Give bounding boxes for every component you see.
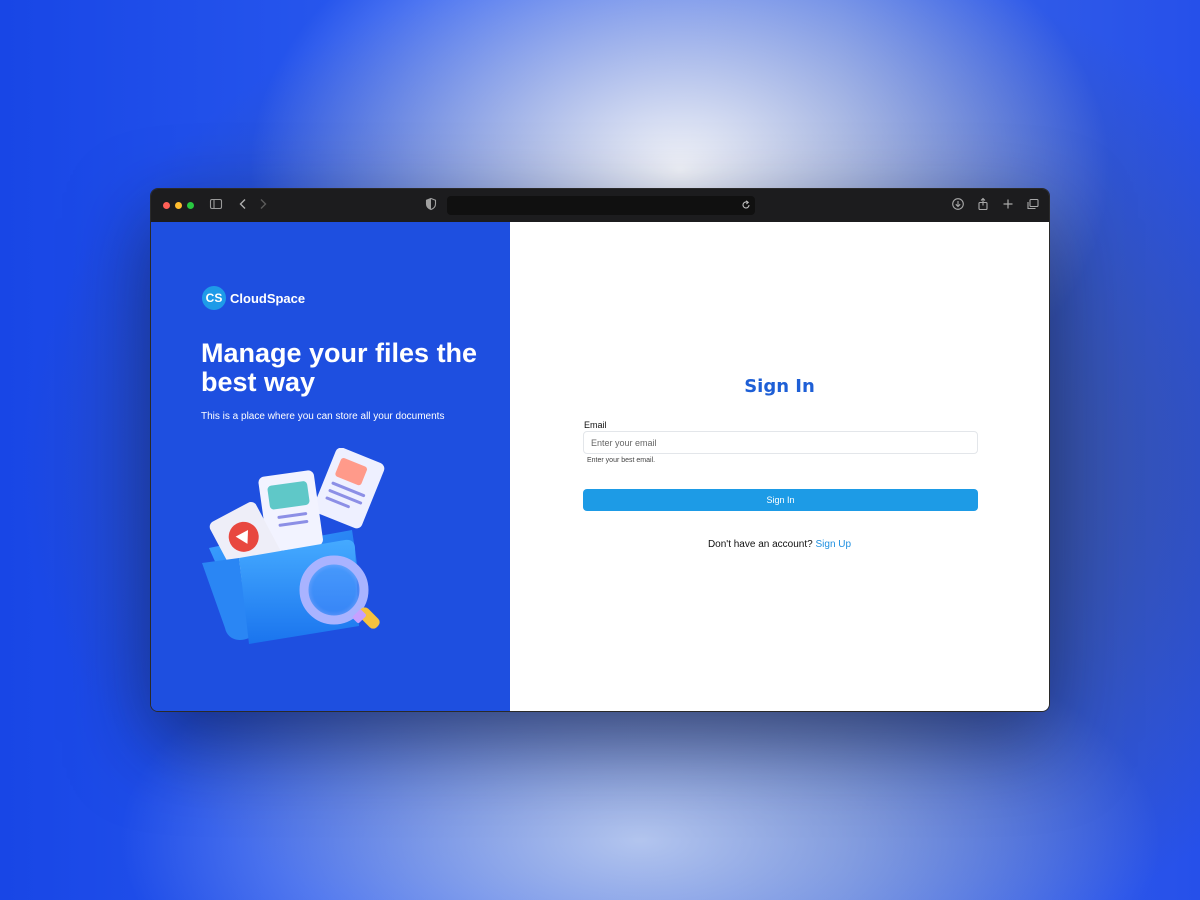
shield-icon[interactable] xyxy=(425,197,437,215)
signin-title: Sign In xyxy=(744,376,815,397)
minimize-window-button[interactable] xyxy=(175,202,182,209)
forward-icon[interactable] xyxy=(257,197,269,215)
sign-up-link[interactable]: Sign Up xyxy=(815,539,851,550)
hero-panel: CS CloudSpace Manage your files the best… xyxy=(151,222,510,711)
hero-headline: Manage your files the best way xyxy=(201,338,478,397)
brand-name: CloudSpace xyxy=(230,290,306,306)
hero-subtitle: This is a place where you can store all … xyxy=(201,411,445,422)
close-window-button[interactable] xyxy=(163,202,170,209)
folder-documents-illustration xyxy=(202,448,385,644)
download-icon[interactable] xyxy=(951,197,965,215)
share-icon[interactable] xyxy=(976,197,990,215)
signin-panel: Sign In Email Enter your best email. Sig… xyxy=(510,222,1049,711)
email-hint: Enter your best email. xyxy=(587,457,656,464)
back-icon[interactable] xyxy=(237,197,249,215)
email-field[interactable] xyxy=(583,431,978,454)
reload-icon[interactable] xyxy=(741,198,751,216)
new-tab-icon[interactable] xyxy=(1001,197,1015,215)
sign-in-button[interactable]: Sign In xyxy=(583,489,978,511)
sidebar-icon[interactable] xyxy=(209,197,223,215)
brand-logo[interactable]: CS CloudSpace xyxy=(202,286,305,310)
address-bar[interactable] xyxy=(447,196,755,215)
page-content: CS CloudSpace Manage your files the best… xyxy=(151,222,1049,711)
browser-window: CS CloudSpace Manage your files the best… xyxy=(150,188,1050,712)
tabs-overview-icon[interactable] xyxy=(1026,197,1040,215)
brand-badge: CS xyxy=(202,286,226,310)
email-label: Email xyxy=(584,420,607,430)
signup-prompt-line: Don't have an account? Sign Up xyxy=(510,539,1049,550)
browser-toolbar xyxy=(151,189,1049,223)
maximize-window-button[interactable] xyxy=(187,202,194,209)
signup-prompt: Don't have an account? xyxy=(707,539,813,550)
